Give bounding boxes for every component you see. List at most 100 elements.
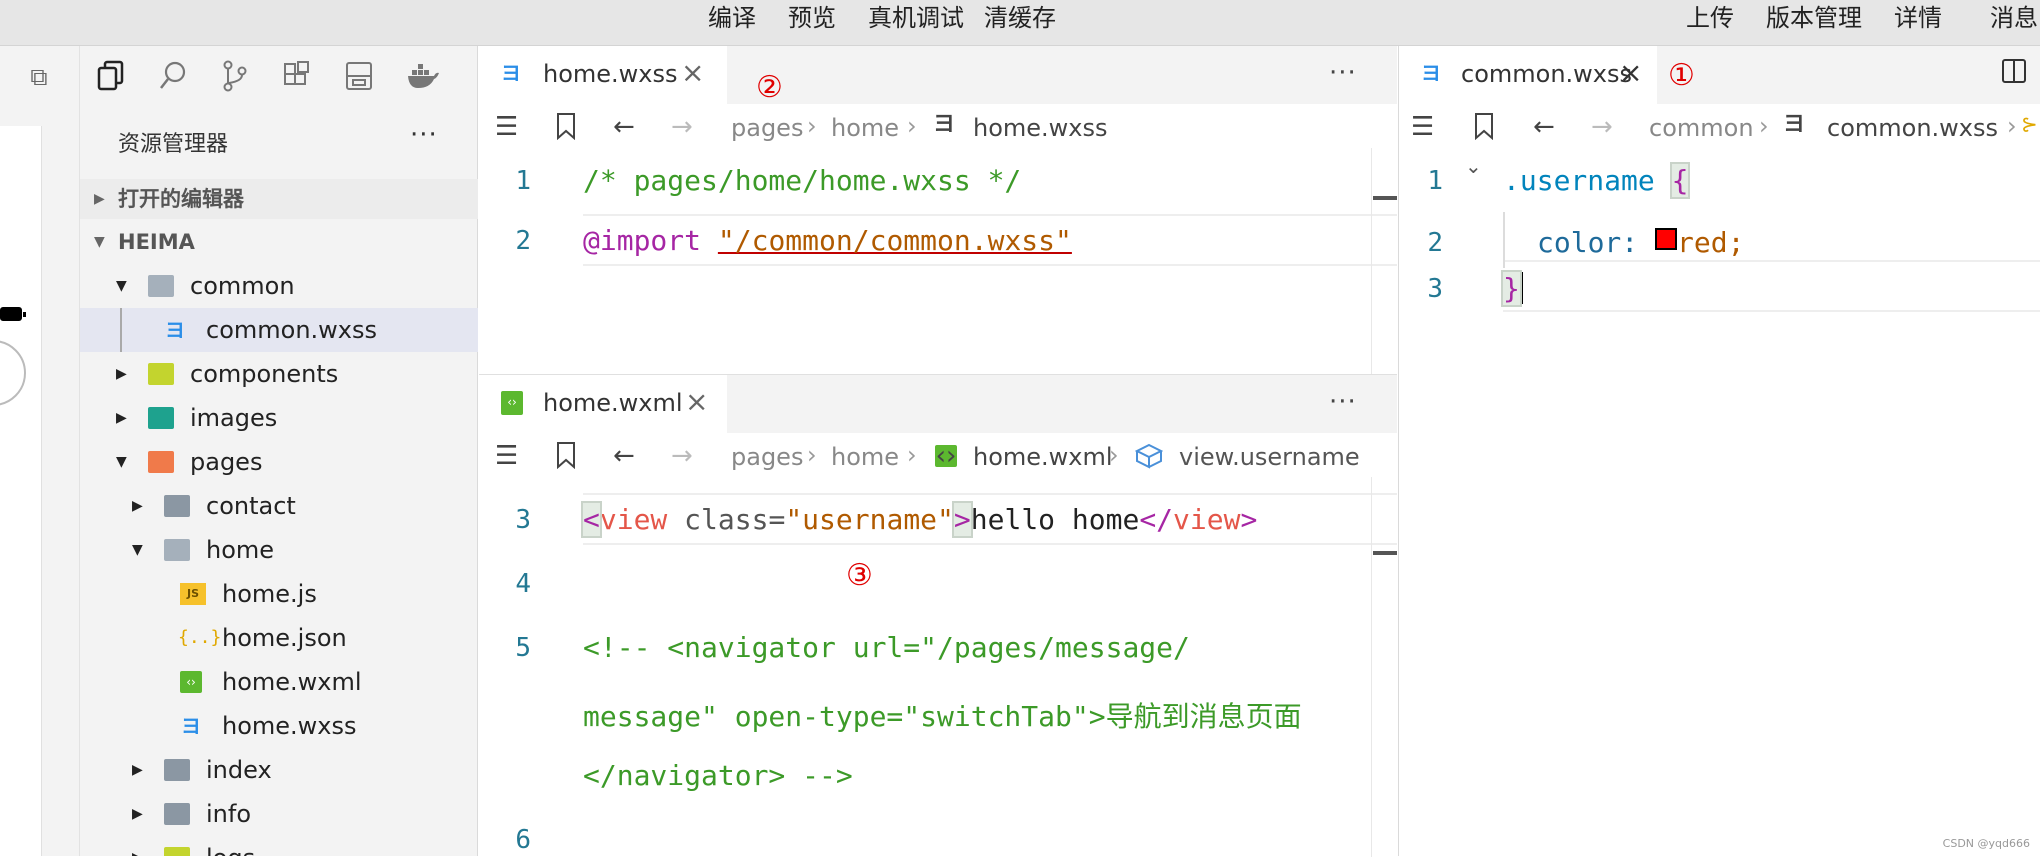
tree-folder-contact[interactable]: ▶ contact [80,484,478,528]
search-icon[interactable] [156,60,190,94]
annotation-1: ① [1668,58,1695,93]
breadcrumb-item[interactable]: home.wxss [973,114,1108,142]
split-editor-icon[interactable] [2001,58,2027,91]
breadcrumb-item[interactable]: common [1649,114,1754,142]
forward-arrow-icon[interactable]: → [671,112,693,142]
tree-folder-components[interactable]: ▶ components [80,352,478,396]
breadcrumb-item[interactable]: view.username [1179,443,1360,471]
tab-home-wxss[interactable]: ヨ home.wxss × [479,46,727,104]
tree-folder-logs[interactable]: ▶ logs [80,836,478,856]
tree-file-home-wxss[interactable]: ヨ home.wxss [80,704,478,748]
bookmark-icon[interactable] [1473,112,1495,147]
explorer-toolbar [80,46,478,106]
tree-folder-images[interactable]: ▶ images [80,396,478,440]
files-icon[interactable] [94,60,128,94]
version-management-button[interactable]: 版本管理 [1766,0,1862,36]
breadcrumb-item[interactable]: pages [731,443,803,471]
line-number: 1 [1427,166,1443,196]
project-label: HEIMA [118,230,195,254]
open-editors-section[interactable]: ▶ 打开的编辑器 [80,179,478,219]
scrollbar-track[interactable] [1371,477,1372,857]
bookmark-icon[interactable] [555,441,577,476]
code-line[interactable]: <!-- <navigator url="/pages/message/ [583,631,1190,664]
breadcrumb-item[interactable]: common.wxss [1827,114,1998,142]
storage-icon[interactable] [342,60,376,94]
annotation-2: ② [756,70,783,105]
back-arrow-icon[interactable]: ← [613,112,635,142]
chevron-right-icon: › [1759,112,1769,140]
code-line[interactable]: <view class="username">hello home</view> [581,501,1257,538]
css-value: red; [1677,226,1745,259]
tree-file-home-js[interactable]: JS home.js [80,572,478,616]
tree-file-home-wxml[interactable]: ‹› home.wxml [80,660,478,704]
preview-button[interactable]: 预览 [788,0,836,36]
tree-folder-pages[interactable]: ▼ pages [80,440,478,484]
folder-open-icon [148,275,174,297]
close-icon[interactable]: × [681,56,704,89]
outline-icon[interactable]: ☰ [495,441,518,471]
tree-folder-index[interactable]: ▶ index [80,748,478,792]
folder-icon [164,495,190,517]
code-line[interactable]: .username { [1503,162,1691,199]
tree-file-common-wxss[interactable]: ヨ common.wxss [80,308,478,352]
explorer-title: 资源管理器 [118,132,229,157]
scrollbar-thumb[interactable] [1373,551,1397,555]
scrollbar-thumb[interactable] [1373,196,1397,200]
chevron-right-icon: › [1109,441,1119,469]
chevron-down-icon: ▼ [116,454,127,470]
line-number: 4 [515,569,531,599]
forward-arrow-icon[interactable]: → [671,441,693,471]
tab-label: home.wxml [543,389,683,417]
source-control-icon[interactable] [218,60,252,94]
editor-more-button[interactable]: ··· [1329,58,1357,88]
tree-folder-home[interactable]: ▼ home [80,528,478,572]
css-file-icon: ヨ [1783,112,1806,137]
close-icon[interactable]: × [685,385,708,418]
chevron-right-icon: ▶ [132,836,143,856]
chevron-down-icon: ▼ [132,542,143,558]
outline-icon[interactable]: ☰ [1411,112,1434,142]
forward-arrow-icon[interactable]: → [1591,112,1613,142]
back-arrow-icon[interactable]: ← [613,441,635,471]
breadcrumb-item[interactable]: home.wxml [973,443,1113,471]
code-line[interactable]: /* pages/home/home.wxss */ [583,164,1021,197]
details-button[interactable]: 详情 [1894,0,1942,36]
tree-folder-common[interactable]: ▼ common [80,264,478,308]
project-section[interactable]: ▼ HEIMA [80,222,478,262]
tab-common-wxss[interactable]: ヨ common.wxss × [1399,46,1657,104]
messages-button[interactable]: 消息 [1990,0,2038,36]
code-line[interactable]: color: red; [1537,226,1744,259]
tree-folder-info[interactable]: ▶ info [80,792,478,836]
extensions-icon[interactable] [280,60,314,94]
code-line[interactable]: @import "/common/common.wxss" [583,224,1072,257]
import-path[interactable]: "/common/common.wxss" [718,224,1072,257]
breadcrumb-item[interactable]: home [831,114,899,142]
device-debug-button[interactable]: 真机调试 [868,0,964,36]
code-line-wrap[interactable]: </navigator> --> [583,759,853,792]
bookmark-icon[interactable] [555,112,577,147]
explorer-more-button[interactable]: ··· [410,120,438,150]
back-arrow-icon[interactable]: ← [1533,112,1555,142]
breadcrumb-item[interactable]: home [831,443,899,471]
css-selector: .username [1503,164,1655,197]
window-toggle-icon[interactable]: ⧉ [22,60,56,94]
color-swatch[interactable] [1655,228,1678,250]
tree-file-home-json[interactable]: {..} home.json [80,616,478,660]
code-line[interactable]: } [1501,270,1523,307]
chevron-right-icon: › [807,112,817,140]
scrollbar-track[interactable] [1371,148,1372,374]
breadcrumb-item[interactable]: pages [731,114,803,142]
fold-chevron-icon[interactable]: ⌄ [1465,154,1482,178]
docker-icon[interactable] [406,60,440,94]
code-line-wrap[interactable]: message" open-type="switchTab">导航到消息页面 [583,695,1302,735]
compile-button[interactable]: 编译 [708,0,756,36]
element-cube-icon [1134,443,1164,476]
clear-cache-button[interactable]: 清缓存 [984,0,1056,36]
css-file-icon: ヨ [501,61,521,85]
outline-icon[interactable]: ☰ [495,112,518,142]
editor-more-button[interactable]: ··· [1329,387,1357,417]
close-icon[interactable]: × [1619,56,1642,89]
components-folder-icon [148,363,174,385]
tab-home-wxml[interactable]: ‹› home.wxml × [479,375,727,433]
upload-button[interactable]: 上传 [1686,0,1734,36]
